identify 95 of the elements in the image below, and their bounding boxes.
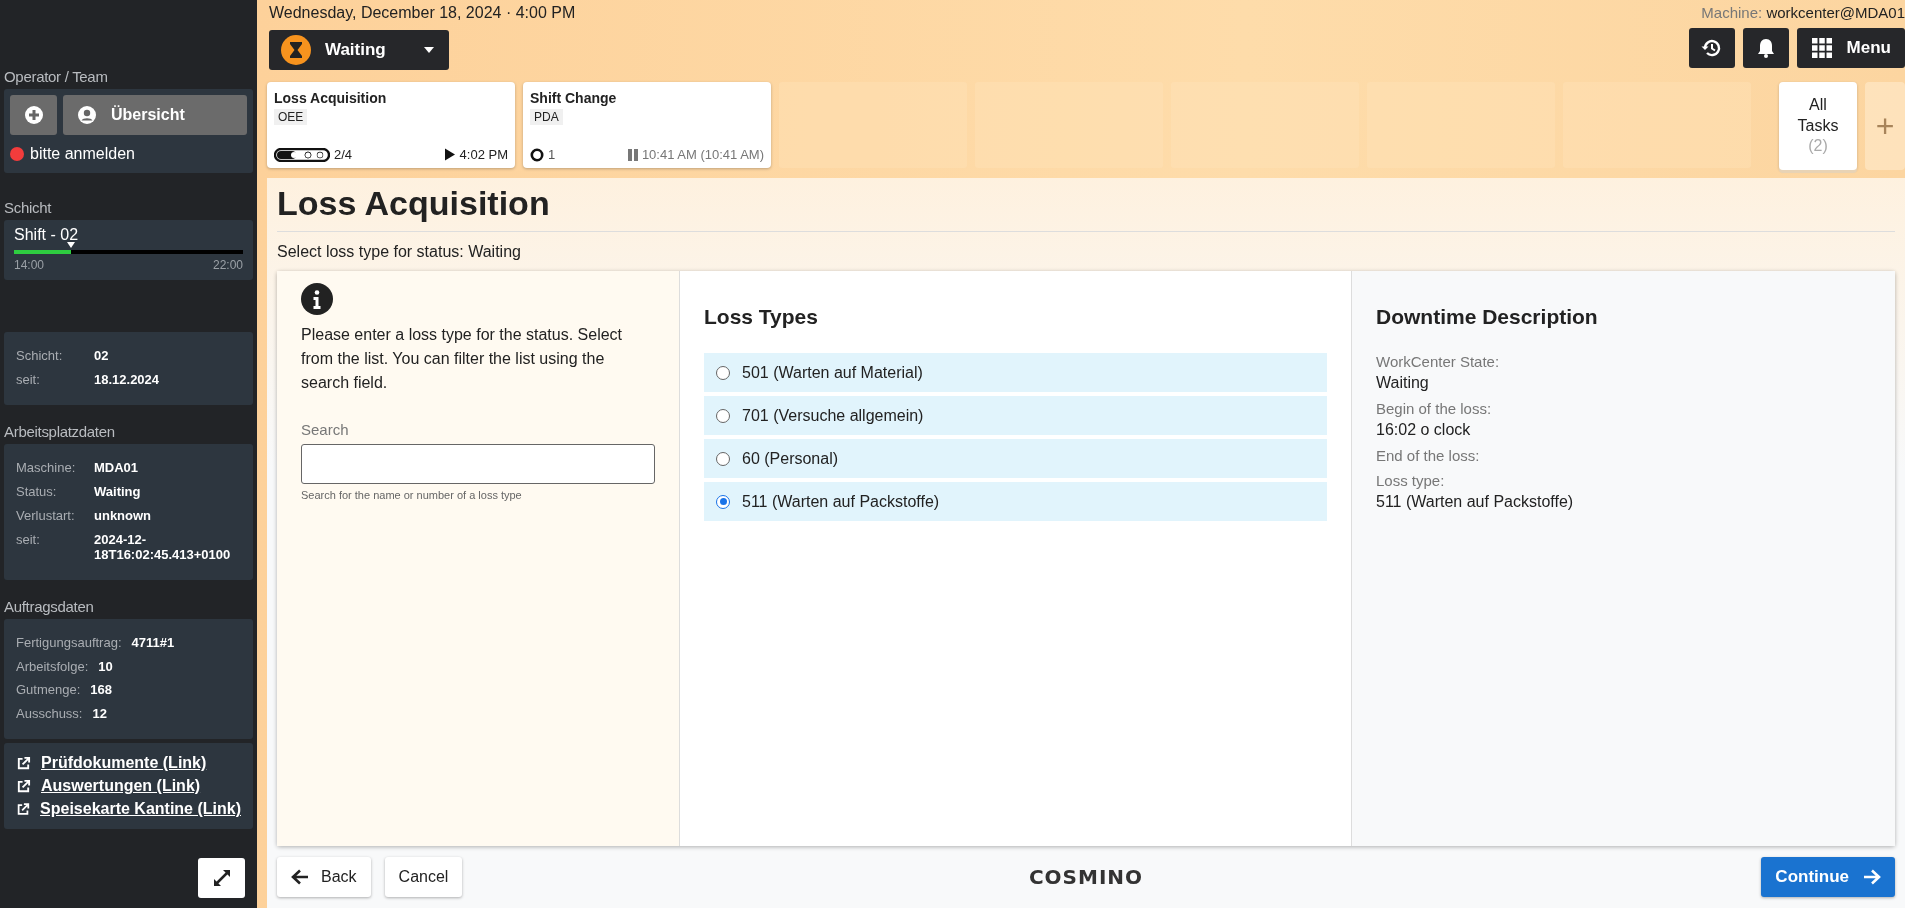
loss-type-option[interactable]: 511 (Warten auf Packstoffe) bbox=[704, 482, 1327, 521]
play-icon bbox=[443, 148, 456, 161]
page-subtitle: Select loss type for status: Waiting bbox=[277, 243, 522, 261]
plus-circle-icon bbox=[23, 105, 44, 125]
history-button[interactable] bbox=[1688, 28, 1735, 68]
info-label: seit: bbox=[16, 532, 41, 549]
info-value: 2024-12-18T16:02:45.413+0100 bbox=[94, 532, 232, 563]
cancel-button[interactable]: Cancel bbox=[384, 857, 463, 897]
back-button[interactable]: Back bbox=[277, 857, 371, 897]
info-value: MDA01 bbox=[94, 460, 139, 476]
field-label: Begin of the loss: bbox=[1376, 400, 1493, 417]
radio-button[interactable] bbox=[716, 451, 730, 466]
task-tag: PDA bbox=[530, 109, 563, 125]
info-value: 168 bbox=[90, 683, 113, 699]
step-count: 2/4 bbox=[334, 147, 353, 162]
info-value: 10 bbox=[98, 659, 113, 675]
pause-icon bbox=[627, 148, 638, 161]
field-label: WorkCenter State: bbox=[1376, 353, 1501, 370]
info-value: 02 bbox=[94, 349, 109, 364]
info-label: Fertigungsauftrag: bbox=[16, 635, 122, 651]
radio-button[interactable] bbox=[716, 494, 730, 509]
info-label: Verlustart: bbox=[16, 508, 76, 524]
task-time: 10:41 AM (10:41 AM) bbox=[641, 147, 764, 162]
sidebar-link[interactable]: Prüfdokumente (Link) bbox=[41, 754, 207, 773]
user-icon bbox=[77, 105, 97, 125]
hourglass-icon bbox=[281, 35, 311, 65]
external-link-icon bbox=[16, 755, 31, 771]
external-link-icon bbox=[16, 778, 31, 794]
section-heading: Schicht bbox=[4, 199, 53, 216]
date-time: Wednesday, December 18, 2024 · 4:00 PM bbox=[269, 4, 576, 22]
task-time: 4:02 PM bbox=[459, 147, 508, 162]
radio-button[interactable] bbox=[716, 408, 730, 423]
page-title: Loss Acquisition bbox=[277, 184, 1895, 232]
task-title: Shift Change bbox=[530, 90, 618, 106]
field-label: Loss type: bbox=[1376, 472, 1446, 489]
notifications-button[interactable] bbox=[1742, 28, 1789, 68]
fullscreen-button[interactable] bbox=[198, 858, 245, 898]
step-progress-icon bbox=[274, 147, 330, 162]
brand-logo: COSMINO bbox=[1028, 865, 1144, 889]
info-label: seit: bbox=[16, 372, 41, 388]
info-value: 4711#1 bbox=[131, 635, 175, 651]
loss-type-option[interactable]: 501 (Warten auf Material) bbox=[704, 353, 1327, 392]
field-label: End of the loss: bbox=[1376, 447, 1481, 464]
all-tasks-button[interactable]: All Tasks (2) bbox=[1779, 82, 1857, 170]
info-value: Waiting bbox=[94, 484, 141, 500]
instruction-text: Please enter a loss type for the status. Select from the list. You can filter the list using the search field. bbox=[301, 325, 624, 393]
field-value: 511 (Warten auf Packstoffe) bbox=[1376, 493, 1575, 511]
shift-end-time: 22:00 bbox=[212, 258, 243, 272]
info-value: unknown bbox=[94, 508, 152, 524]
task-title: Loss Acquisition bbox=[274, 90, 388, 106]
info-icon bbox=[301, 283, 333, 315]
search-label: Search bbox=[301, 421, 350, 438]
arrow-left-icon bbox=[291, 869, 309, 885]
loss-type-option[interactable]: 60 (Personal) bbox=[704, 439, 1327, 478]
status-dropdown[interactable]: Waiting bbox=[269, 30, 449, 70]
info-value: 12 bbox=[92, 707, 107, 723]
task-card[interactable]: Shift Change PDA 1 10:41 AM (10:41 AM) bbox=[523, 82, 771, 168]
loss-type-option[interactable]: 701 (Versuche allgemein) bbox=[704, 396, 1327, 435]
ring-icon bbox=[530, 147, 544, 162]
info-label: Maschine: bbox=[16, 460, 77, 476]
time-marker-icon bbox=[67, 242, 76, 248]
section-title: Loss Types bbox=[704, 305, 819, 329]
section-title: Downtime Description bbox=[1376, 305, 1599, 329]
search-hint: Search for the name or number of a loss type bbox=[301, 489, 523, 501]
search-field[interactable] bbox=[301, 444, 655, 484]
field-value: Waiting bbox=[1376, 374, 1430, 392]
section-heading: Auftragsdaten bbox=[4, 597, 95, 615]
step-count: 1 bbox=[548, 147, 556, 162]
sidebar-link[interactable]: Auswertungen (Link) bbox=[41, 777, 201, 796]
grid-icon bbox=[1810, 37, 1833, 59]
radio-button[interactable] bbox=[716, 365, 730, 380]
info-label: Gutmenge: bbox=[16, 683, 81, 699]
shift-name: Shift - 02 bbox=[14, 226, 80, 244]
section-heading: Operator / Team bbox=[4, 68, 109, 85]
caret-icon bbox=[423, 46, 435, 54]
login-status: bitte anmelden bbox=[30, 145, 135, 163]
info-value: 18.12.2024 bbox=[94, 372, 160, 388]
shift-start-time: 14:00 bbox=[14, 258, 45, 272]
task-card[interactable]: Loss Acquisition OEE 2/4 4:02 PM bbox=[267, 82, 515, 168]
external-link-icon bbox=[16, 801, 31, 817]
info-label: Arbeitsfolge: bbox=[16, 659, 89, 675]
info-label: Schicht: bbox=[16, 349, 64, 364]
section-heading: Arbeitsplatzdaten bbox=[4, 422, 116, 440]
arrow-right-icon bbox=[1863, 869, 1881, 885]
info-label: Ausschuss: bbox=[16, 707, 83, 723]
field-value: 16:02 o clock bbox=[1376, 421, 1472, 439]
status-dot bbox=[10, 147, 24, 161]
task-tag: OEE bbox=[274, 109, 308, 125]
add-operator-button[interactable] bbox=[10, 95, 57, 135]
menu-button[interactable]: Menu bbox=[1796, 28, 1905, 68]
info-label: Status: bbox=[16, 484, 58, 500]
sidebar-link[interactable]: Speisekarte Kantine (Link) bbox=[40, 800, 241, 819]
continue-button[interactable]: Continue bbox=[1761, 857, 1895, 897]
overview-button[interactable]: Übersicht bbox=[63, 95, 247, 135]
machine-info: Machine: workcenter@MDA01 bbox=[1701, 4, 1905, 21]
